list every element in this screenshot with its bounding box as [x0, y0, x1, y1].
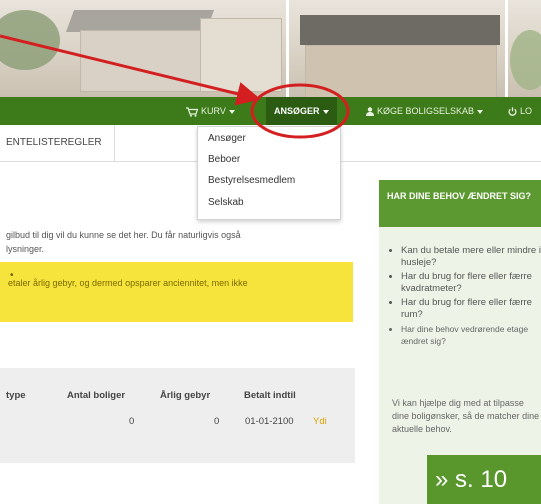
cart-label: KURV: [201, 106, 226, 116]
cell-count: 0: [129, 416, 135, 427]
sidebar-title: HAR DINE BEHOV ÆNDRET SIG?: [387, 191, 532, 201]
dropdown-item-applicant[interactable]: Ansøger: [208, 133, 246, 144]
applicant-menu[interactable]: ANSØGER: [266, 97, 337, 125]
house-shape: [200, 18, 282, 92]
dropdown-item-board-member[interactable]: Bestyrelsesmedlem: [208, 175, 295, 186]
cell-fee: 0: [214, 416, 220, 427]
roof-shape: [300, 15, 500, 45]
intro-text: gilbud til dig vil du kunne se det her. …: [6, 228, 356, 256]
list-item: Har dine behov vedrørende etage ændret s…: [401, 323, 541, 347]
warning-text: etaler årlig gebyr, og dermed opsparer a…: [8, 278, 248, 288]
sidebar-help-text: Vi kan hjælpe dig med at tilpasse dine b…: [392, 398, 540, 434]
membership-table: type Antal boliger Årlig gebyr Betalt in…: [0, 368, 355, 463]
housing-company-menu[interactable]: KØGE BOLIGSELSKAB: [366, 97, 484, 125]
photo-separator: [286, 0, 289, 97]
list-item: Har du brug for flere eller færre rum?: [401, 297, 541, 321]
dropdown-item-company[interactable]: Selskab: [208, 197, 244, 208]
chevron-down-icon: [322, 109, 329, 114]
sidebar-header: HAR DINE BEHOV ÆNDRET SIG?: [379, 180, 541, 227]
warning-box: • etaler årlig gebyr, og dermed opsparer…: [0, 262, 353, 322]
list-item: Har du brug for flere eller færre kvadra…: [401, 271, 541, 295]
housing-company-label: KØGE BOLIGSELSKAB: [377, 106, 475, 116]
main-navbar: KURV ANSØGER KØGE BOLIGSELSKAB LO: [0, 97, 541, 125]
user-icon: [366, 107, 374, 117]
photo-separator: [505, 0, 508, 97]
column-header-fee: Årlig gebyr: [160, 390, 211, 401]
house-shape: [80, 30, 202, 92]
pay-link[interactable]: Ydi: [313, 416, 327, 427]
intro-line: gilbud til dig vil du kunne se det her. …: [6, 230, 241, 240]
tab-waitlist-rules[interactable]: ENTELISTEREGLER: [0, 125, 115, 161]
cart-menu[interactable]: KURV: [186, 97, 235, 125]
cell-paid-until: 01-01-2100: [245, 416, 294, 427]
chevron-down-icon: [228, 109, 235, 114]
page-reference-badge: » s. 10: [427, 455, 541, 504]
logout-label: LO: [520, 106, 533, 116]
chevron-down-icon: [477, 109, 484, 114]
tree-shape: [510, 30, 541, 90]
cart-icon: [186, 107, 199, 117]
needs-list: Kan du betale mere eller mindre i huslej…: [389, 245, 541, 349]
intro-line: lysninger.: [6, 244, 45, 254]
logout-link[interactable]: LO: [508, 97, 532, 125]
header-photo-banner: [0, 0, 541, 97]
power-icon: [508, 107, 517, 116]
applicant-label: ANSØGER: [274, 106, 320, 116]
column-header-paid-until: Betalt indtil: [244, 390, 296, 401]
column-header-type: type: [6, 390, 26, 401]
tree-shape: [0, 10, 60, 70]
applicant-dropdown: Ansøger Beboer Bestyrelsesmedlem Selskab: [197, 126, 341, 220]
roof-shape: [65, 10, 215, 32]
dropdown-item-resident[interactable]: Beboer: [208, 154, 240, 165]
house-shape: [305, 45, 497, 97]
column-header-count: Antal boliger: [67, 390, 126, 401]
list-item: Kan du betale mere eller mindre i huslej…: [401, 245, 541, 269]
